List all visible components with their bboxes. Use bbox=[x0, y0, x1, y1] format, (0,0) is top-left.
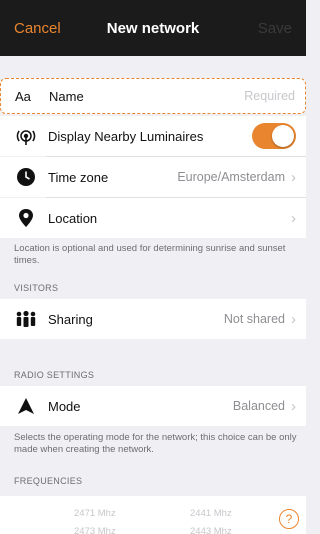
text-format-icon: Aa bbox=[15, 88, 31, 104]
mode-label: Mode bbox=[48, 398, 81, 414]
people-icon bbox=[14, 307, 38, 331]
chevron-right-icon: › bbox=[291, 168, 296, 186]
display-nearby-row: Display Nearby Luminaires bbox=[0, 116, 306, 156]
frequency-item[interactable]: 2443 Mhz bbox=[190, 526, 232, 534]
location-note: Location is optional and used for determ… bbox=[14, 243, 286, 266]
timezone-value: Europe/Amsterdam bbox=[177, 170, 285, 184]
chevron-right-icon: › bbox=[291, 209, 296, 227]
nav-bar: Cancel New network Save bbox=[0, 0, 306, 56]
location-label: Location bbox=[48, 210, 98, 226]
chevron-right-icon: › bbox=[291, 310, 296, 328]
broadcast-icon bbox=[14, 124, 38, 148]
timezone-label: Time zone bbox=[48, 169, 109, 185]
mode-value: Balanced bbox=[232, 399, 285, 413]
sharing-value: Not shared bbox=[223, 312, 285, 326]
location-row[interactable]: Location › bbox=[0, 198, 306, 238]
frequency-picker[interactable]: 2471 Mhz 2441 Mhz 2473 Mhz 2443 Mhz bbox=[0, 496, 306, 534]
help-icon[interactable]: ? bbox=[279, 509, 299, 529]
visitors-header: VISITORS bbox=[14, 283, 59, 293]
save-button[interactable]: Save bbox=[258, 20, 292, 37]
mode-row[interactable]: Mode Balanced › bbox=[0, 386, 306, 426]
name-label: Name bbox=[49, 88, 84, 104]
toggle-knob bbox=[272, 125, 294, 147]
mode-icon bbox=[14, 394, 38, 418]
sharing-row[interactable]: Sharing Not shared › bbox=[0, 299, 306, 339]
frequency-item[interactable]: 2473 Mhz bbox=[74, 526, 116, 534]
name-input[interactable] bbox=[134, 89, 295, 103]
radio-settings-header: RADIO SETTINGS bbox=[14, 370, 95, 380]
frequency-item[interactable]: 2441 Mhz bbox=[190, 508, 232, 519]
cancel-button[interactable]: Cancel bbox=[14, 20, 61, 37]
timezone-row[interactable]: Time zone Europe/Amsterdam › bbox=[0, 157, 306, 197]
location-pin-icon bbox=[14, 206, 38, 230]
chevron-right-icon: › bbox=[291, 397, 296, 415]
clock-icon bbox=[14, 165, 38, 189]
frequencies-header: FREQUENCIES bbox=[14, 476, 83, 486]
frequency-item[interactable]: 2471 Mhz bbox=[74, 508, 116, 519]
mode-note: Selects the operating mode for the netwo… bbox=[14, 432, 297, 455]
display-nearby-label: Display Nearby Luminaires bbox=[48, 128, 204, 144]
name-row[interactable]: Aa Name bbox=[0, 78, 306, 114]
display-nearby-toggle[interactable] bbox=[252, 123, 296, 149]
sharing-label: Sharing bbox=[48, 311, 93, 327]
